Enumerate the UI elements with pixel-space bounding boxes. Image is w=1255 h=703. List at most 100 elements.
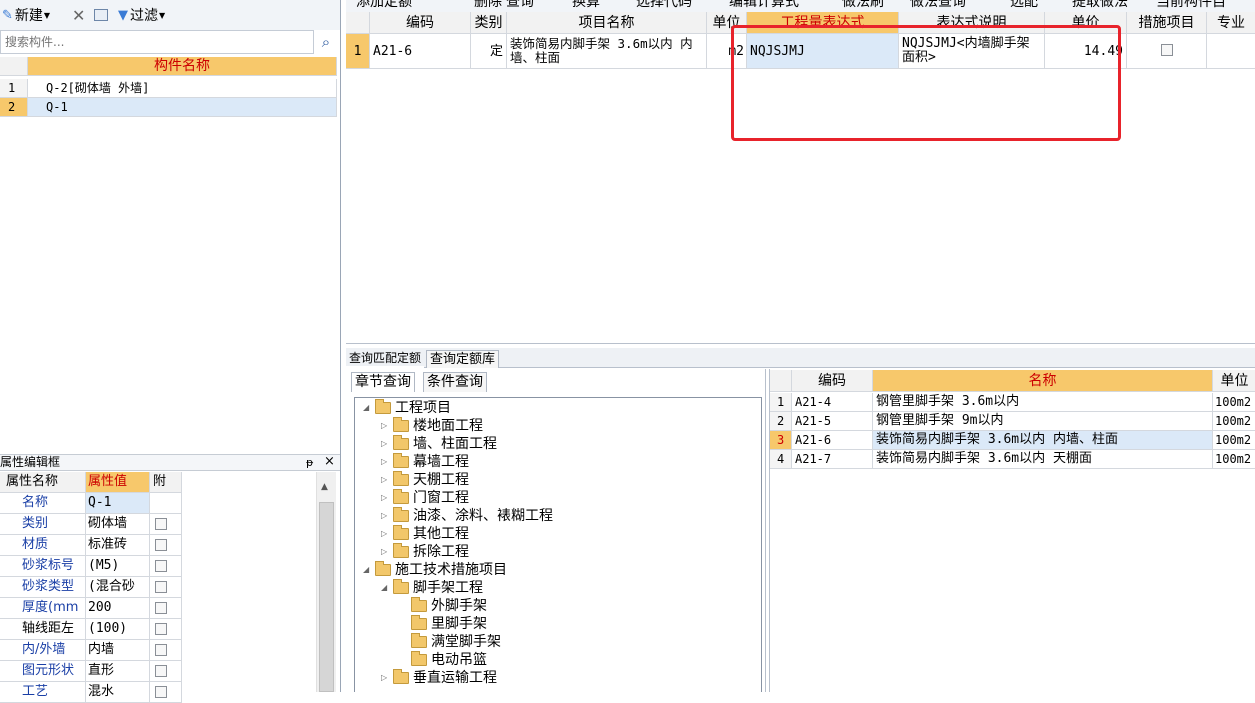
property-value[interactable]: 直形 [86,661,150,682]
quota-name-cell[interactable]: 装饰简易内脚手架 3.6m以内 天棚面 [873,450,1213,469]
filter-button[interactable]: ▼ 过滤 ▼ [118,4,165,26]
expand-arrow-icon[interactable]: ▷ [381,453,391,471]
property-value[interactable]: (混合砂 [86,577,150,598]
tab-chapter-query[interactable]: 章节查询 [351,372,415,392]
attach-checkbox[interactable] [155,623,167,635]
toolbar-item[interactable]: 编辑计算式 [729,0,799,11]
quota-unit-cell[interactable]: 100m2 [1213,450,1255,469]
search-input[interactable] [0,30,314,54]
tree-node[interactable]: ▷ 天棚工程 [381,471,469,489]
expand-arrow-icon[interactable]: ▷ [381,543,391,561]
property-attach-cell[interactable] [150,556,182,577]
property-attach-cell[interactable] [150,535,182,556]
property-row[interactable]: 砂浆标号 (M5) [0,556,182,577]
property-row[interactable]: 轴线距左 (100) [0,619,182,640]
quota-unit-cell[interactable]: 100m2 [1213,393,1255,412]
item-name-column-header[interactable]: 项目名称 [507,12,707,34]
toolbar-item[interactable]: 删除 [474,0,502,11]
toolbar-item[interactable]: 选配 [1010,0,1038,11]
expand-arrow-icon[interactable]: ▷ [381,669,391,687]
property-row[interactable]: 名称 Q-1 [0,493,182,514]
toolbar-item[interactable]: 换算 [572,0,600,11]
property-row[interactable]: 内/外墙 内墙 [0,640,182,661]
property-row[interactable]: 材质 标准砖 [0,535,182,556]
quota-name-header[interactable]: 名称 [873,370,1213,392]
property-scrollbar[interactable]: ▲ [316,472,336,692]
expand-arrow-icon[interactable]: ▷ [381,489,391,507]
delete-button[interactable]: ✕ [72,4,85,26]
property-attach-cell[interactable] [150,514,182,535]
tab-condition-query[interactable]: 条件查询 [423,372,487,392]
property-attach-cell[interactable] [150,493,182,514]
tree-node[interactable]: ◢ 工程项目 [363,399,451,417]
collapse-arrow-icon[interactable]: ◢ [363,399,373,417]
tree-node[interactable]: ▷ 门窗工程 [381,489,469,507]
scroll-thumb[interactable] [319,502,334,692]
attach-checkbox[interactable] [155,686,167,698]
tree-node[interactable]: ▷ 幕墙工程 [381,453,469,471]
copy-button[interactable] [94,4,108,26]
pin-icon[interactable]: ᵽ [306,455,313,470]
property-value[interactable]: Q-1 [86,493,150,514]
attach-checkbox[interactable] [155,581,167,593]
property-value[interactable]: (M5) [86,556,150,577]
tree-node[interactable]: ▷ 垂直运输工程 [381,669,497,687]
quota-name-cell[interactable]: 装饰简易内脚手架 3.6m以内 内墙、柱面 [873,431,1213,450]
code-column-header[interactable]: 编码 [370,12,471,34]
measure-column-header[interactable]: 措施项目 [1127,12,1207,34]
specialty-cell[interactable] [1207,34,1255,69]
expand-arrow-icon[interactable]: ▷ [381,417,391,435]
quota-unit-header[interactable]: 单位 [1213,370,1255,392]
attach-checkbox[interactable] [155,560,167,572]
table-row[interactable]: 1 Q-2[砌体墙 外墙] [0,79,337,98]
property-row[interactable]: 厚度(mm 200 [0,598,182,619]
collapse-arrow-icon[interactable]: ◢ [363,561,373,579]
property-value[interactable]: 砌体墙 [86,514,150,535]
type-cell[interactable]: 定 [471,34,507,69]
measure-checkbox[interactable] [1160,44,1173,56]
property-value[interactable]: 200 [86,598,150,619]
item-name-cell[interactable]: 装饰简易内脚手架 3.6m以内 内墙、柱面 [507,34,707,69]
tree-node[interactable]: ▷ 其他工程 [381,525,469,543]
toolbar-item[interactable]: 做法查询 [910,0,966,11]
table-row[interactable]: 2 Q-1 [0,98,337,117]
component-name[interactable]: Q-2[砌体墙 外墙] [28,79,337,98]
tree-node[interactable]: 电动吊篮 [399,651,487,669]
expand-arrow-icon[interactable]: ▷ [381,507,391,525]
property-value[interactable]: 内墙 [86,640,150,661]
expand-arrow-icon[interactable]: ▷ [381,435,391,453]
tree-node[interactable]: 满堂脚手架 [399,633,501,651]
toolbar-item[interactable]: 提取做法 [1072,0,1128,11]
expand-arrow-icon[interactable]: ▷ [381,471,391,489]
tree-node[interactable]: ◢ 脚手架工程 [381,579,483,597]
tree-node[interactable]: ▷ 油漆、涂料、裱糊工程 [381,507,553,525]
quota-unit-cell[interactable]: 100m2 [1213,412,1255,431]
property-value[interactable]: 标准砖 [86,535,150,556]
toolbar-item[interactable]: 添加定额 [356,0,412,11]
quota-code-cell[interactable]: A21-5 [792,412,873,431]
tab-match-quota[interactable]: 查询匹配定额 [346,350,425,368]
expand-arrow-icon[interactable]: ▷ [381,525,391,543]
quota-name-cell[interactable]: 钢管里脚手架 3.6m以内 [873,393,1213,412]
new-button[interactable]: ✎ 新建 ▼ [2,4,50,26]
property-attach-cell[interactable] [150,577,182,598]
property-attach-cell[interactable] [150,682,182,703]
component-name-header[interactable]: 构件名称 [28,57,337,76]
tree-node[interactable]: 外脚手架 [399,597,487,615]
quota-name-cell[interactable]: 钢管里脚手架 9m以内 [873,412,1213,431]
attach-checkbox[interactable] [155,518,167,530]
collapse-arrow-icon[interactable]: ◢ [381,579,391,597]
property-attach-cell[interactable] [150,640,182,661]
scroll-up-icon[interactable]: ▲ [321,482,328,492]
toolbar-item[interactable]: 当前构件自 [1156,0,1226,11]
property-value[interactable]: (100) [86,619,150,640]
toolbar-item[interactable]: 做法刷 [842,0,884,11]
attach-checkbox[interactable] [155,665,167,677]
quota-unit-cell[interactable]: 100m2 [1213,431,1255,450]
tree-node[interactable]: ▷ 楼地面工程 [381,417,483,435]
property-row[interactable]: 砂浆类型 (混合砂 [0,577,182,598]
attach-checkbox[interactable] [155,644,167,656]
attach-checkbox[interactable] [155,602,167,614]
code-cell[interactable]: A21-6 [370,34,471,69]
tree-node[interactable]: 里脚手架 [399,615,487,633]
